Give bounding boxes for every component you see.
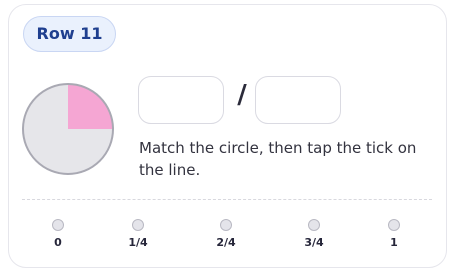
tick-0[interactable]: 0 [38,219,78,249]
tick-dot[interactable] [132,219,144,231]
tick-1-4[interactable]: 1/4 [118,219,158,249]
dashed-divider [22,199,432,200]
tick-label: 2/4 [216,236,236,249]
tick-3-4[interactable]: 3/4 [294,219,334,249]
fraction-slash: / [237,80,247,110]
tick-dot[interactable] [220,219,232,231]
instruction-text: Match the circle, then tap the tick on t… [139,139,417,179]
tick-label: 1 [390,236,398,249]
tick-dot[interactable] [388,219,400,231]
tick-label: 1/4 [128,236,148,249]
tick-2-4[interactable]: 2/4 [206,219,246,249]
row-badge: Row 11 [23,16,116,52]
numerator-input[interactable] [138,76,224,124]
denominator-input[interactable] [255,76,341,124]
tick-label: 0 [54,236,62,249]
tick-dot[interactable] [308,219,320,231]
tick-1[interactable]: 1 [374,219,414,249]
fraction-circle [22,83,114,175]
tick-label: 3/4 [304,236,324,249]
tick-dot[interactable] [52,219,64,231]
